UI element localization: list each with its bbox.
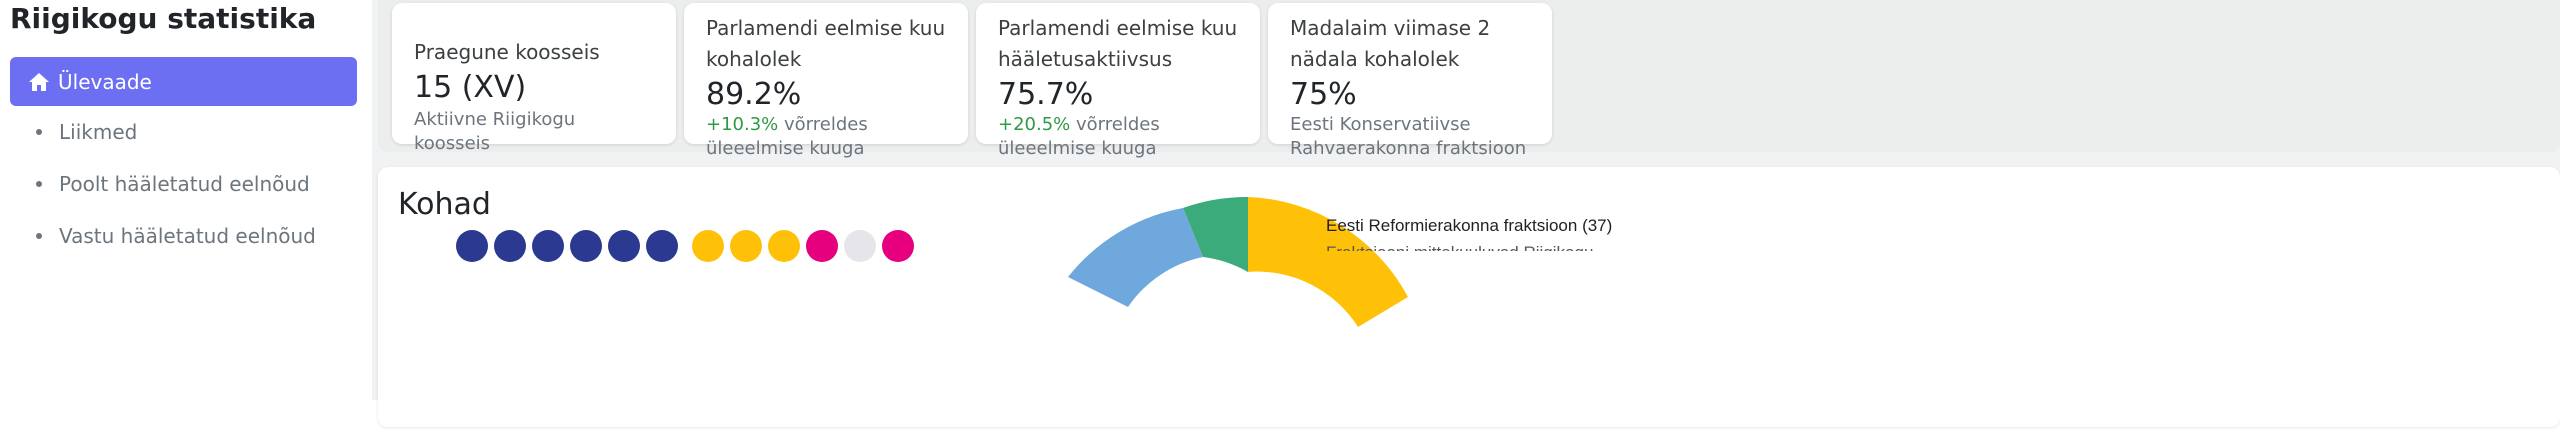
sidebar-item-voted-for[interactable]: Poolt hääletatud eelnõud: [36, 172, 310, 196]
stat-card-attendance: Parlamendi eelmise kuu kohalolek 89.2% +…: [684, 3, 968, 159]
sidebar-item-label: Vastu hääletatud eelnõud: [59, 224, 316, 248]
bullet-icon: [36, 232, 42, 239]
seat-circle: [494, 230, 526, 262]
seat-circle: [730, 230, 762, 262]
stats-row: Praegune koosseis 15 (XV) Aktiivne Riigi…: [378, 0, 2560, 159]
sidebar-item-label: Ülevaade: [58, 69, 152, 94]
stat-card-composition: Praegune koosseis 15 (XV) Aktiivne Riigi…: [392, 3, 676, 154]
stat-card-voting-activity: Parlamendi eelmise kuu hääletusaktiivsus…: [976, 3, 1260, 159]
stat-value: 75.7%: [998, 77, 1094, 112]
stat-subtitle: +20.5% võrreldes üleeelmise kuuga: [998, 114, 1160, 159]
seat-circle: [456, 230, 488, 262]
seat-circle: [768, 230, 800, 262]
legend-item-reform[interactable]: Eesti Reformierakonna fraktsioon (37): [1306, 216, 1612, 236]
stat-subtitle: Aktiivne Riigikogu koosseis: [414, 109, 576, 154]
stat-value: 89.2%: [706, 77, 802, 112]
seat-circle: [646, 230, 678, 262]
legend-label: Eesti Reformierakonna fraktsioon (37): [1326, 216, 1613, 235]
seat-circle: [692, 230, 724, 262]
seat-circle: [882, 230, 914, 262]
sidebar-item-members[interactable]: Liikmed: [36, 120, 137, 144]
seat-circle: [532, 230, 564, 262]
stat-change: +20.5%: [998, 114, 1071, 135]
sidebar: Riigikogu statistika Ülevaade Liikmed Po…: [0, 0, 370, 400]
legend-item-unaffiliated[interactable]: Fraktsiooni mittekuuluvad Riigikogu: [1326, 243, 1593, 251]
stat-subtitle: +10.3% võrreldes üleeelmise kuuga: [706, 114, 868, 159]
sidebar-item-overview[interactable]: Ülevaade: [10, 57, 357, 106]
brand-title: Riigikogu statistika: [10, 2, 317, 35]
legend-swatch-icon: [1306, 217, 1322, 234]
stat-title: Madalaim viimase 2 nädala kohalolek: [1290, 16, 1491, 71]
stat-change: +10.3%: [706, 114, 779, 135]
legend-label: Fraktsiooni mittekuuluvad Riigikogu: [1326, 243, 1593, 251]
seat-circle: [806, 230, 838, 262]
home-icon: [29, 72, 49, 91]
stat-title: Parlamendi eelmise kuu hääletusaktiivsus: [998, 16, 1238, 71]
stat-card-lowest-attendance: Madalaim viimase 2 nädala kohalolek 75% …: [1268, 3, 1552, 159]
seat-circle: [608, 230, 640, 262]
stat-value: 15 (XV): [414, 70, 527, 105]
stat-value: 75%: [1290, 77, 1357, 112]
seats-panel: Kohad Eesti Reformierakonna fraktsioon (…: [378, 167, 2560, 427]
sidebar-item-voted-against[interactable]: Vastu hääletatud eelnõud: [36, 224, 316, 248]
seat-circle: [570, 230, 602, 262]
main-content: Praegune koosseis 15 (XV) Aktiivne Riigi…: [372, 0, 2560, 427]
seats-title: Kohad: [398, 187, 491, 222]
sidebar-item-label: Poolt hääletatud eelnõud: [59, 172, 310, 196]
stat-title: Praegune koosseis: [414, 40, 600, 64]
bullet-icon: [36, 128, 42, 135]
stat-title: Parlamendi eelmise kuu kohalolek: [706, 16, 946, 71]
seat-circle: [844, 230, 876, 262]
sidebar-item-label: Liikmed: [59, 120, 138, 144]
donut-segment-blue: [1068, 208, 1203, 307]
bullet-icon: [36, 180, 42, 187]
stat-subtitle: Eesti Konservatiivse Rahvaerakonna frakt…: [1290, 114, 1527, 159]
